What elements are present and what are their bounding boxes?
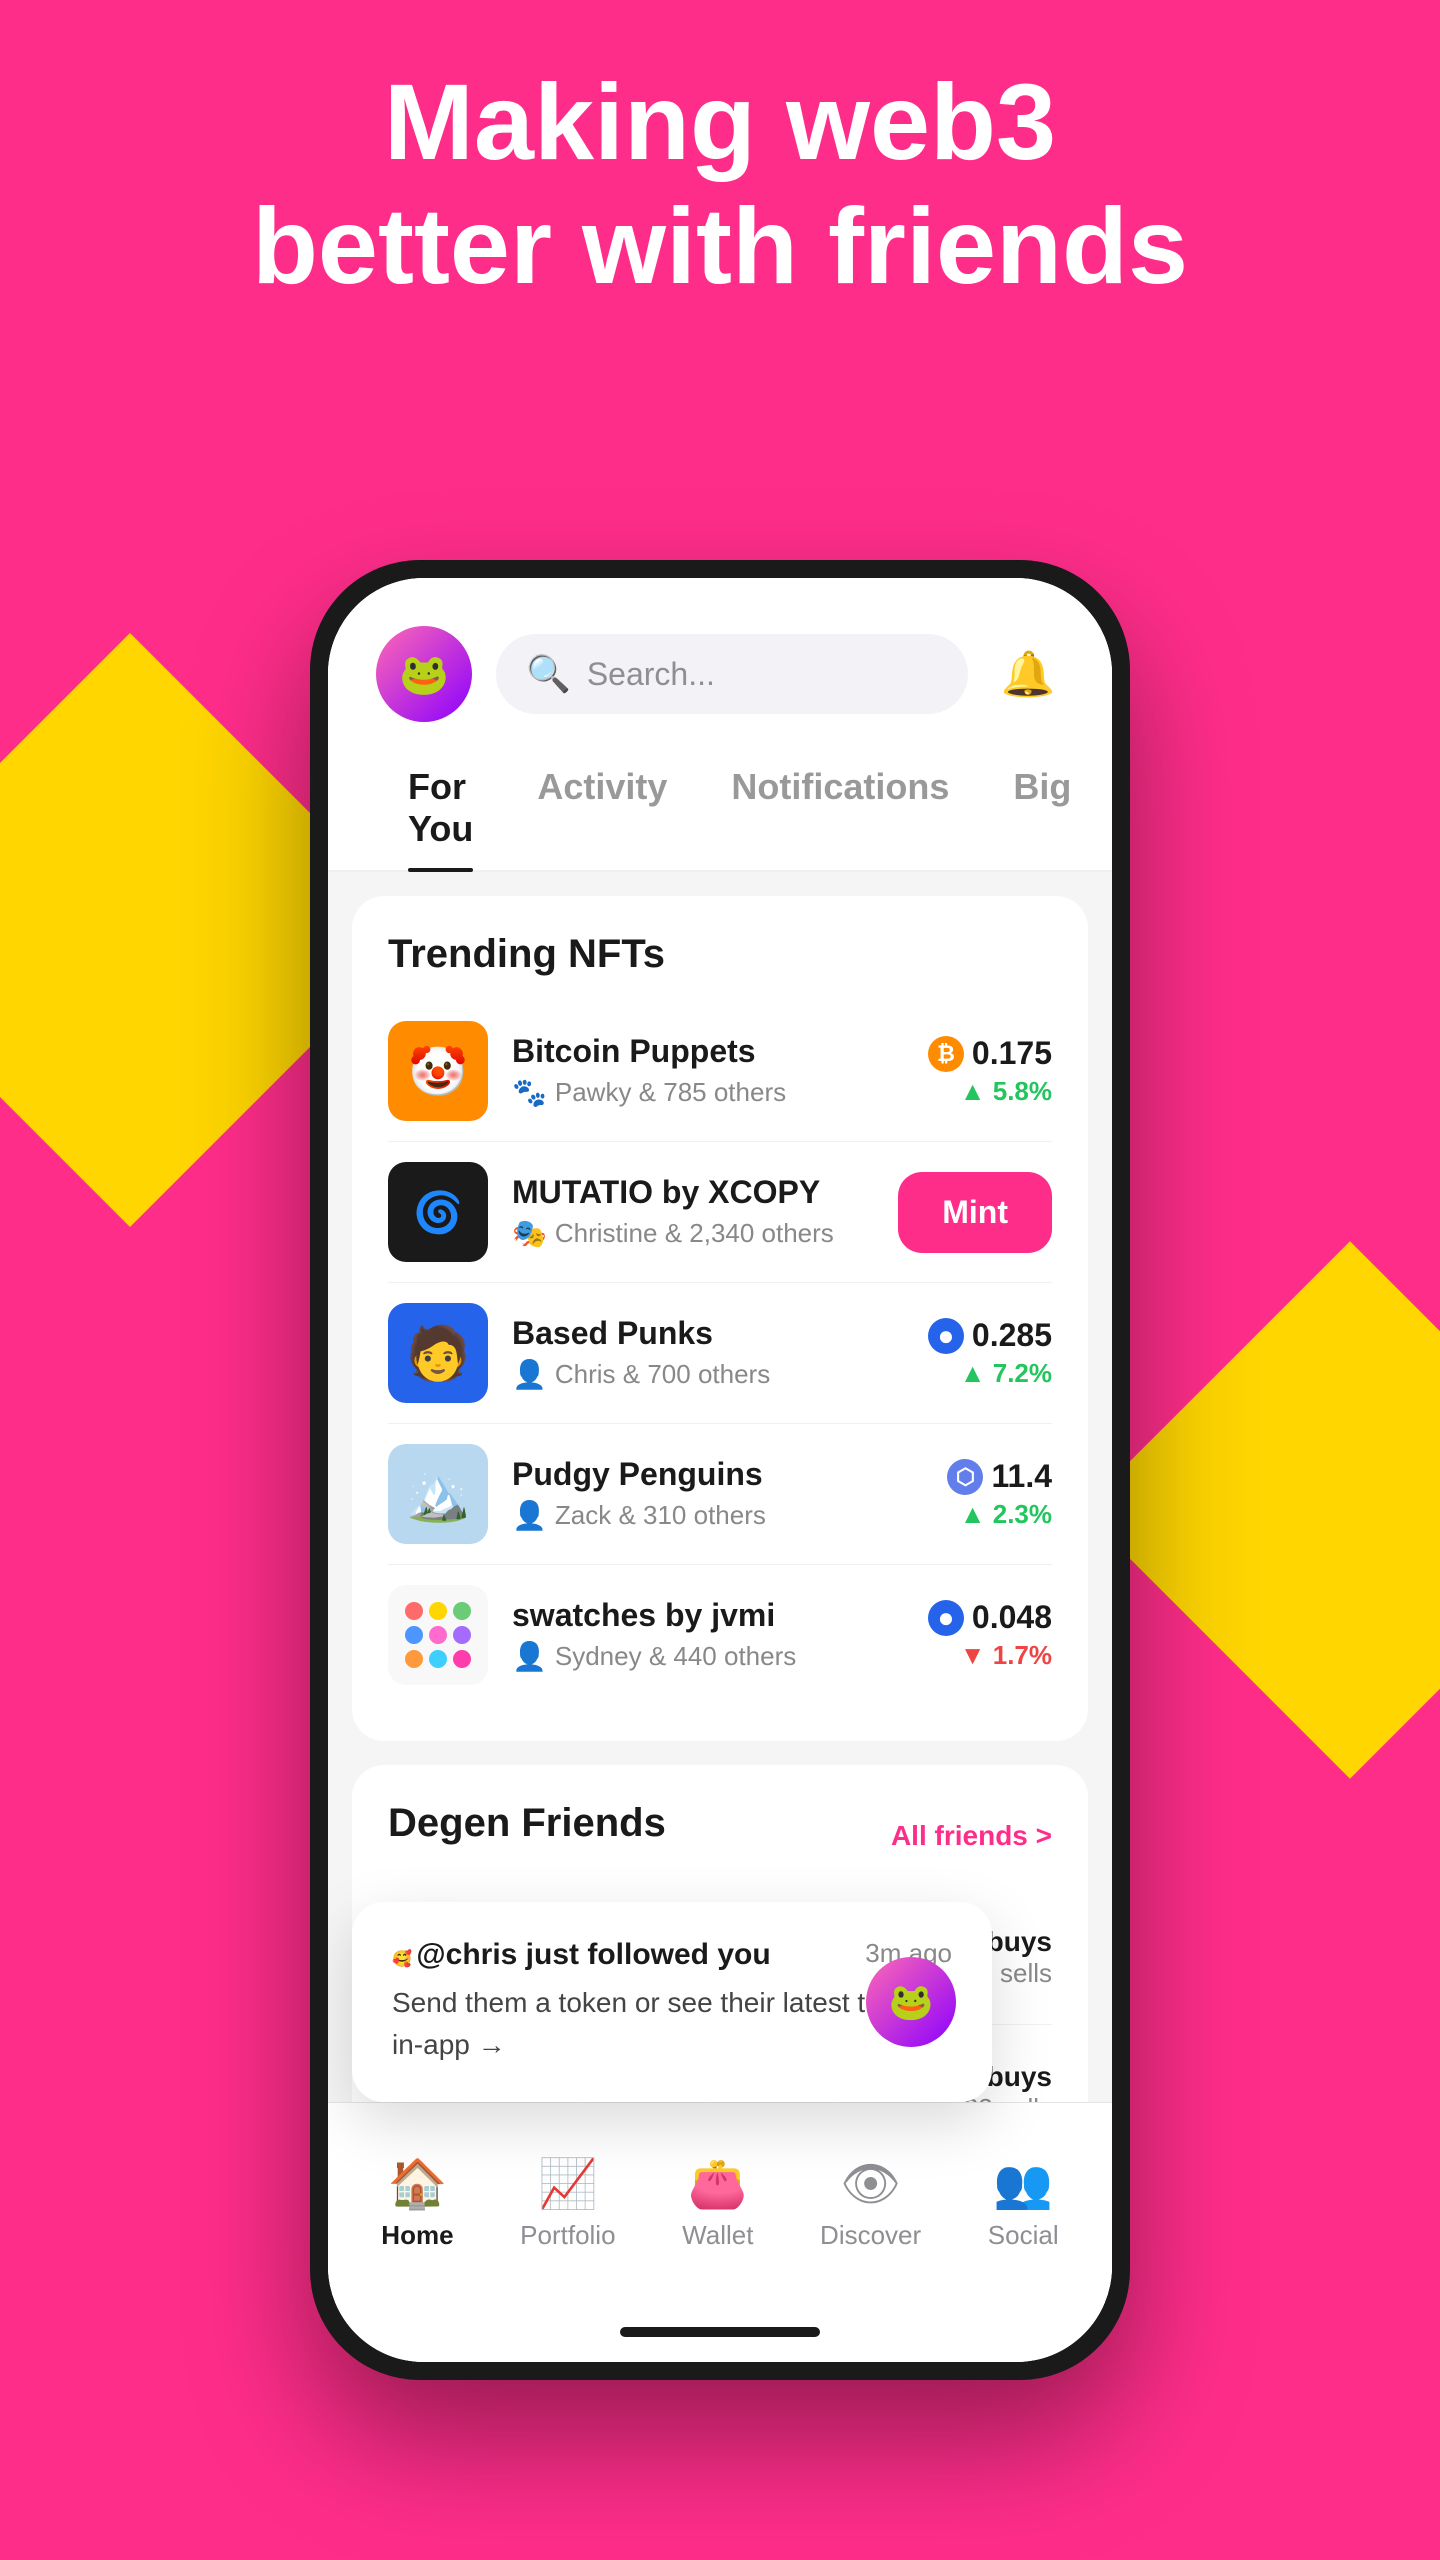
toast-title: @chris just followed you (416, 1938, 770, 1971)
nft-thumb-based-punks: 🧑 (388, 1303, 488, 1403)
search-icon: 🔍 (526, 653, 571, 695)
hero-text: Making web3 better with friends (0, 60, 1440, 308)
nav-item-social[interactable]: 👥 Social (988, 2155, 1059, 2251)
nft-price-pudgy-penguins: ⬡ 11.4 ▲ 2.3% (947, 1458, 1052, 1530)
user-avatar[interactable]: 🐸 (376, 626, 472, 722)
toast-header: 🥰 @chris just followed you 3m ago (392, 1938, 952, 1972)
app-header: 🐸 🔍 Search... 🔔 (328, 578, 1112, 746)
nav-label-home: Home (381, 2220, 453, 2251)
social-icon: 👥 (993, 2155, 1053, 2212)
tab-activity[interactable]: Activity (505, 746, 699, 870)
nft-friends-swatches: 👤 Sydney & 440 others (512, 1640, 904, 1673)
nft-friends-mutatio: 🎭 Christine & 2,340 others (512, 1217, 874, 1250)
nav-label-discover: Discover (820, 2220, 921, 2251)
all-friends-link[interactable]: All friends > (891, 1820, 1052, 1852)
nft-info-based-punks: Based Punks 👤 Chris & 700 others (512, 1315, 904, 1391)
tab-notifications[interactable]: Notifications (699, 746, 981, 870)
nft-friends-bitcoin-puppets: 🐾 Pawky & 785 others (512, 1076, 904, 1109)
home-icon: 🏠 (388, 2155, 448, 2212)
eth-icon-pudgy: ⬡ (947, 1459, 983, 1495)
toast-emoji: 🥰 (392, 1951, 412, 1968)
screen-content: 🐸 🔍 Search... 🔔 For You Activity Notific… (328, 578, 1112, 2362)
mint-button[interactable]: Mint (898, 1172, 1052, 1253)
toast-avatar: 🐸 (866, 1957, 956, 2047)
nft-row-based-punks[interactable]: 🧑 Based Punks 👤 Chris & 700 others ● (388, 1283, 1052, 1424)
degen-friends-header: Degen Friends All friends > (388, 1801, 1052, 1870)
nft-name-swatches: swatches by jvmi (512, 1597, 904, 1634)
nav-item-portfolio[interactable]: 📈 Portfolio (520, 2155, 615, 2251)
nft-price-bitcoin-puppets: ₿ 0.175 ▲ 5.8% (928, 1035, 1052, 1107)
discover-icon: 👁 (840, 2155, 901, 2212)
wallet-icon: 👛 (688, 2155, 748, 2212)
nft-friends-based-punks: 👤 Chris & 700 others (512, 1358, 904, 1391)
search-bar[interactable]: 🔍 Search... (496, 634, 968, 714)
phone-frame: 🐸 🔍 Search... 🔔 For You Activity Notific… (310, 560, 1130, 2380)
nft-price-based-punks: ● 0.285 ▲ 7.2% (928, 1317, 1052, 1389)
nft-price-swatches: ● 0.048 ▼ 1.7% (928, 1599, 1052, 1671)
tab-big[interactable]: Big (981, 746, 1103, 870)
trending-nfts-card: Trending NFTs 🤡 Bitcoin Puppets 🐾 Pawky … (352, 896, 1088, 1741)
nft-row-swatches[interactable]: swatches by jvmi 👤 Sydney & 440 others ●… (388, 1565, 1052, 1705)
nav-item-wallet[interactable]: 👛 Wallet (682, 2155, 753, 2251)
nft-friends-pudgy-penguins: 👤 Zack & 310 others (512, 1499, 923, 1532)
nft-row-pudgy-penguins[interactable]: 🏔️ Pudgy Penguins 👤 Zack & 310 others ⬡ (388, 1424, 1052, 1565)
nft-name-pudgy-penguins: Pudgy Penguins (512, 1456, 923, 1493)
tab-bar: For You Activity Notifications Big (328, 746, 1112, 872)
phone-screen: 🐸 🔍 Search... 🔔 For You Activity Notific… (328, 578, 1112, 2362)
nft-info-bitcoin-puppets: Bitcoin Puppets 🐾 Pawky & 785 others (512, 1033, 904, 1109)
nav-item-home[interactable]: 🏠 Home (381, 2155, 453, 2251)
nft-name-mutatio: MUTATIO by XCOPY (512, 1174, 874, 1211)
nav-label-portfolio: Portfolio (520, 2220, 615, 2251)
blue-dot-icon-based-punks: ● (928, 1318, 964, 1354)
nft-thumb-pudgy-penguins: 🏔️ (388, 1444, 488, 1544)
nft-info-pudgy-penguins: Pudgy Penguins 👤 Zack & 310 others (512, 1456, 923, 1532)
nft-row-mutatio[interactable]: 🌀 MUTATIO by XCOPY 🎭 Christine & 2,340 o… (388, 1142, 1052, 1283)
nft-name-based-punks: Based Punks (512, 1315, 904, 1352)
nft-thumb-swatches (388, 1585, 488, 1685)
bottom-navigation: 🏠 Home 📈 Portfolio 👛 Wallet 👁 Discover 👥 (328, 2102, 1112, 2302)
home-bar (620, 2327, 820, 2337)
portfolio-icon: 📈 (538, 2155, 598, 2212)
tab-for-you[interactable]: For You (376, 746, 505, 870)
price-change-bitcoin-puppets: ▲ 5.8% (928, 1076, 1052, 1107)
nav-item-discover[interactable]: 👁 Discover (820, 2155, 921, 2251)
notification-bell-icon[interactable]: 🔔 (992, 638, 1064, 710)
blue-dot-icon-swatches: ● (928, 1600, 964, 1636)
nft-thumb-bitcoin-puppets: 🤡 (388, 1021, 488, 1121)
home-indicator (328, 2302, 1112, 2362)
nft-row-bitcoin-puppets[interactable]: 🤡 Bitcoin Puppets 🐾 Pawky & 785 others ₿ (388, 1001, 1052, 1142)
price-change-pudgy-penguins: ▲ 2.3% (947, 1499, 1052, 1530)
degen-friends-title: Degen Friends (388, 1801, 666, 1846)
toast-notification[interactable]: 🥰 @chris just followed you 3m ago Send t… (352, 1902, 992, 2102)
nft-name-bitcoin-puppets: Bitcoin Puppets (512, 1033, 904, 1070)
nav-label-social: Social (988, 2220, 1059, 2251)
price-change-swatches: ▼ 1.7% (928, 1640, 1052, 1671)
yellow-diamond-right (1081, 1241, 1440, 1778)
swatches-dots (393, 1590, 483, 1680)
nft-info-swatches: swatches by jvmi 👤 Sydney & 440 others (512, 1597, 904, 1673)
btc-icon: ₿ (928, 1036, 964, 1072)
nft-thumb-mutatio: 🌀 (388, 1162, 488, 1262)
toast-title-wrap: 🥰 @chris just followed you (392, 1938, 771, 1972)
price-change-based-punks: ▲ 7.2% (928, 1358, 1052, 1389)
trending-nfts-title: Trending NFTs (388, 932, 1052, 977)
nav-label-wallet: Wallet (682, 2220, 753, 2251)
nft-info-mutatio: MUTATIO by XCOPY 🎭 Christine & 2,340 oth… (512, 1174, 874, 1250)
search-placeholder: Search... (587, 656, 715, 693)
